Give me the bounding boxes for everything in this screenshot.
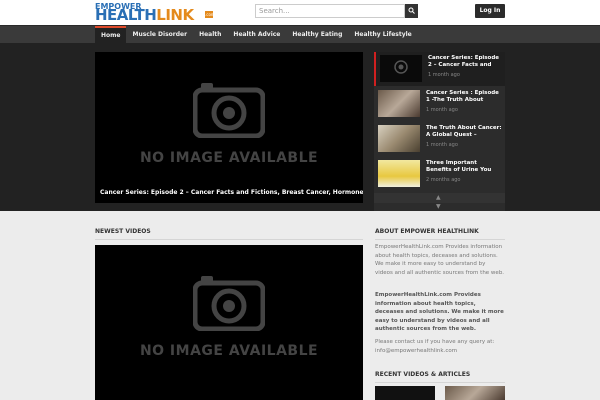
search-button[interactable]: [405, 4, 418, 18]
playlist-item[interactable]: Cancer Series: Episode 2 – Cancer Facts …: [374, 52, 505, 86]
playlist-item-date: 1 month ago: [426, 142, 458, 148]
playlist-item-title: Cancer Series: Episode 2 – Cancer Facts …: [428, 55, 499, 68]
playlist-item[interactable]: The Truth About Cancer: A Global Quest –…: [374, 122, 505, 156]
about-paragraph-bold: EmpowerHealthLink.com Provides informati…: [375, 292, 504, 332]
login-button[interactable]: Log In: [475, 4, 505, 18]
logo-healthlink-text: HEALTHLINK: [95, 6, 194, 24]
nav-item-home[interactable]: Home: [95, 26, 127, 43]
playlist-thumbnail: [378, 125, 420, 152]
no-image-text: NO IMAGE AVAILABLE: [139, 343, 319, 359]
featured-video-player[interactable]: NO IMAGE AVAILABLE Cancer Series: Episod…: [95, 52, 363, 203]
site-logo[interactable]: EMPOWER HEALTHLINK .com: [95, 2, 215, 24]
chevron-down-icon[interactable]: ▼: [436, 203, 441, 211]
main-nav: Home Muscle Disorder Health Health Advice He…: [0, 25, 600, 43]
featured-video-caption[interactable]: Cancer Series: Episode 2 – Cancer Facts …: [95, 183, 363, 203]
video-playlist: Cancer Series: Episode 2 – Cancer Facts …: [374, 52, 505, 203]
playlist-item-date: 1 month ago: [428, 72, 460, 78]
logo-com-badge: .com: [205, 11, 215, 18]
playlist-scroll-arrows: ▲: [374, 193, 505, 203]
playlist-item-title: Cancer Series : Episode 1 -The Truth Abo…: [426, 90, 499, 103]
nav-item-health[interactable]: Health: [193, 26, 227, 43]
playlist-item[interactable]: Cancer Series : Episode 1 -The Truth Abo…: [374, 87, 505, 121]
no-image-text: NO IMAGE AVAILABLE: [139, 150, 319, 166]
recent-heading: RECENT VIDEOS & ARTICLES: [375, 371, 471, 378]
no-image-placeholder: NO IMAGE AVAILABLE: [95, 80, 363, 166]
playlist-item-title: The Truth About Cancer: A Global Quest –…: [426, 125, 502, 138]
nav-item-healthy-eating[interactable]: Healthy Eating: [286, 26, 348, 43]
no-image-placeholder: NO IMAGE AVAILABLE: [95, 273, 363, 359]
playlist-item[interactable]: Three Important Benefits of Urine You 2 …: [374, 157, 505, 191]
playlist-thumbnail: [378, 160, 420, 187]
playlist-item-title: Three Important Benefits of Urine You: [426, 160, 492, 173]
camera-icon: [193, 276, 265, 331]
nav-item-health-advice[interactable]: Health Advice: [227, 26, 286, 43]
camera-icon: [394, 60, 408, 74]
nav-item-muscle-disorder[interactable]: Muscle Disorder: [126, 26, 193, 43]
about-contact: Please contact us if you have any query …: [375, 339, 495, 354]
nav-items: Home Muscle Disorder Health Health Advice He…: [95, 26, 418, 44]
recent-thumbnail[interactable]: [445, 386, 505, 400]
camera-icon: [193, 83, 265, 138]
nav-item-healthy-lifestyle[interactable]: Healthy Lifestyle: [348, 26, 417, 43]
divider: [375, 382, 505, 383]
recent-thumbnail[interactable]: [375, 386, 435, 400]
about-paragraph: EmpowerHealthLink.com Provides informati…: [375, 244, 505, 276]
search-input[interactable]: Search...: [255, 4, 405, 18]
playlist-down-bar: ▼: [374, 203, 505, 211]
about-heading: ABOUT EMPOWER HEALTHLINK: [375, 228, 479, 235]
newest-video-player[interactable]: NO IMAGE AVAILABLE: [95, 245, 363, 400]
logo-link-part: LINK: [156, 6, 194, 24]
playlist-thumbnail: [378, 90, 420, 117]
divider: [375, 239, 505, 240]
newest-videos-heading: NEWEST VIDEOS: [95, 228, 151, 235]
playlist-item-date: 1 month ago: [426, 107, 458, 113]
hero-section: NO IMAGE AVAILABLE Cancer Series: Episod…: [0, 43, 600, 211]
logo-health-part: HEALTH: [95, 6, 157, 24]
top-bar: EMPOWER HEALTHLINK .com Search... Log In: [0, 0, 600, 25]
chevron-up-icon[interactable]: ▲: [436, 193, 441, 203]
search-icon: [408, 7, 415, 14]
playlist-thumbnail: [380, 55, 422, 82]
divider: [95, 239, 363, 240]
playlist-item-date: 2 months ago: [426, 177, 461, 183]
